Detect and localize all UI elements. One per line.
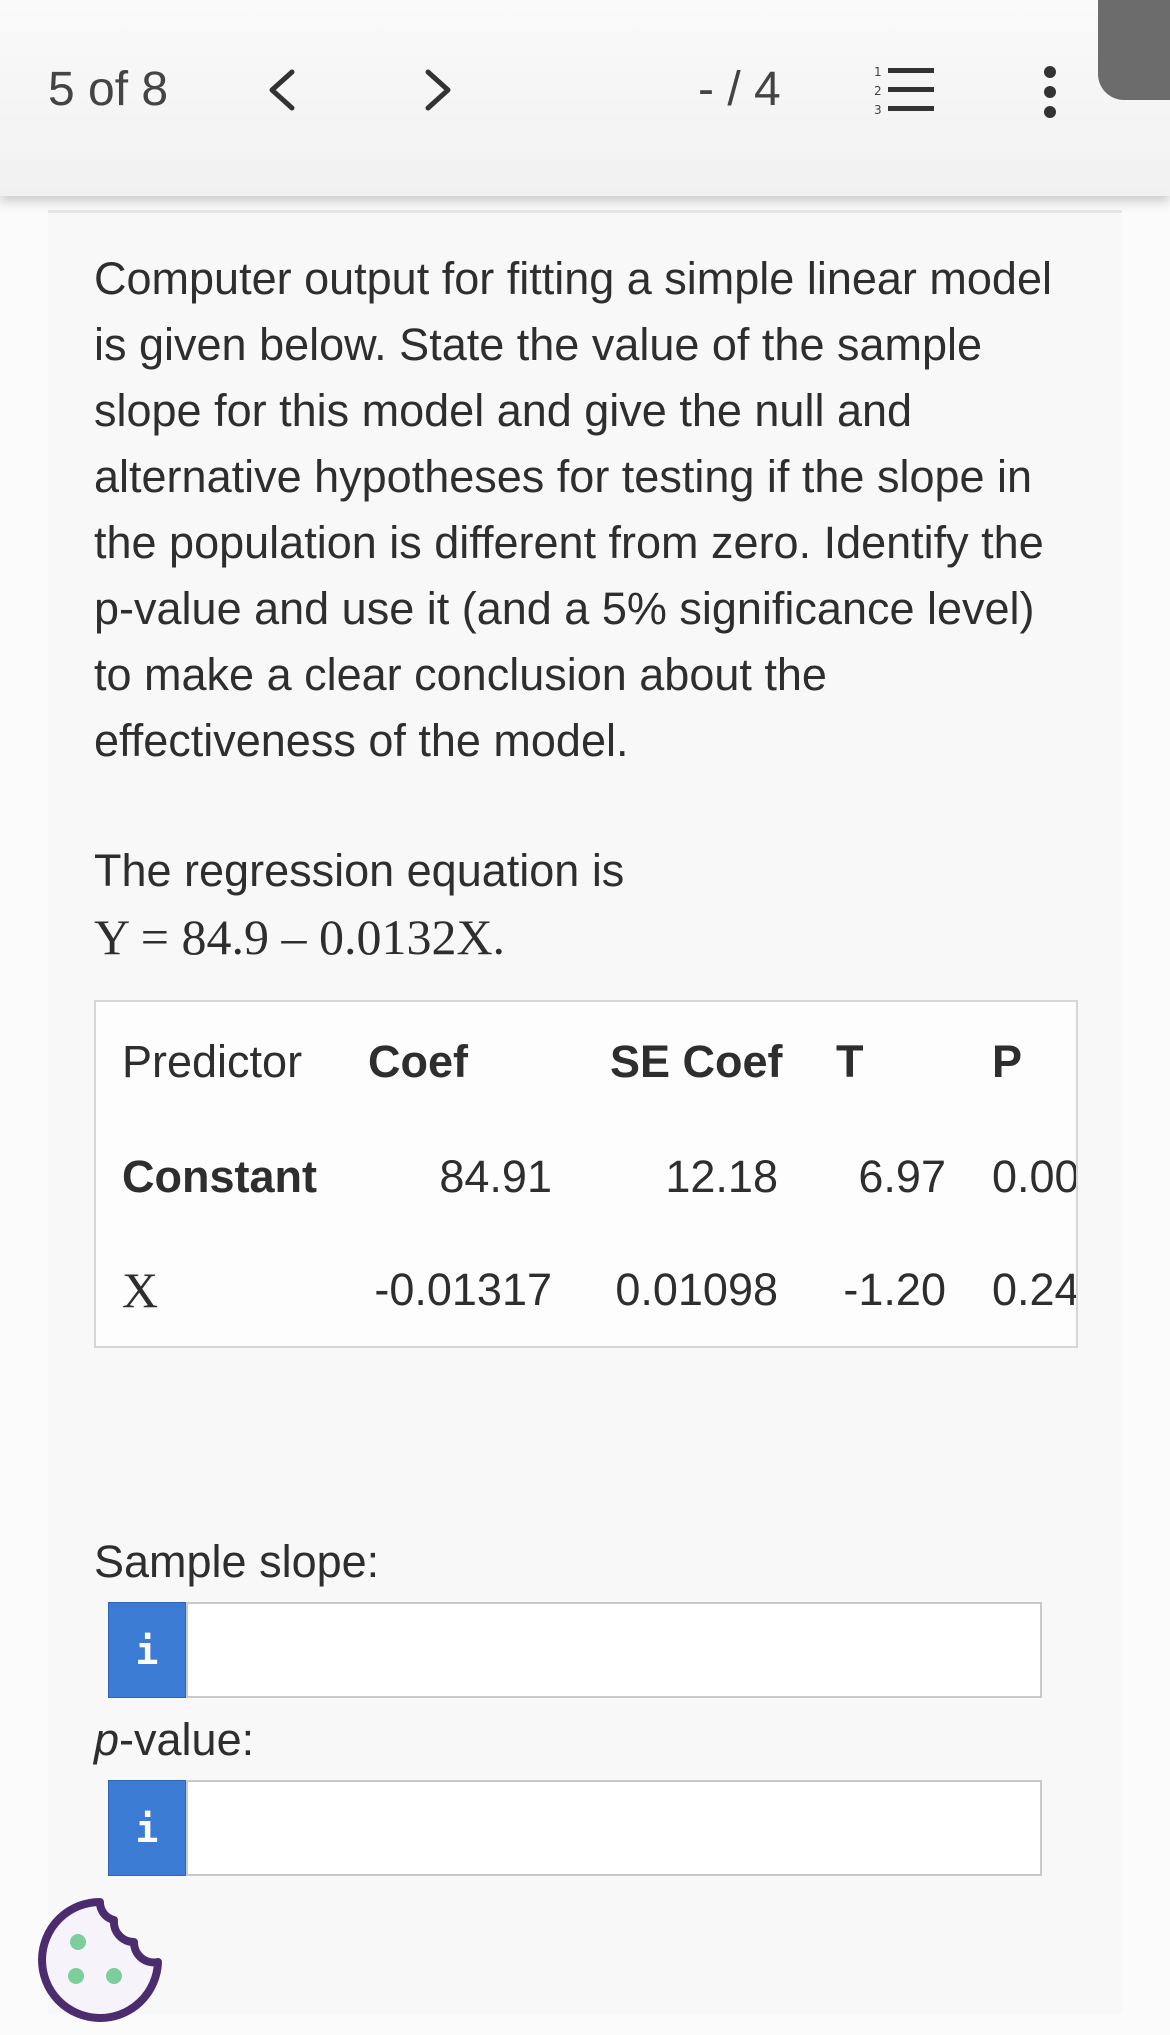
part-counter: - / 4 xyxy=(698,63,781,116)
p-value-label-rest: -value: xyxy=(119,1714,255,1765)
p-value-row: i xyxy=(108,1780,1042,1876)
header-p: P xyxy=(992,1036,1023,1087)
row-x-coef: -0.01317 xyxy=(374,1264,552,1315)
svg-text:3: 3 xyxy=(874,103,882,117)
cookie-icon xyxy=(38,1898,162,2022)
row-constant-coef: 84.91 xyxy=(439,1151,552,1202)
row-constant-predictor: Constant xyxy=(122,1151,317,1202)
header-predictor: Predictor xyxy=(122,1036,303,1087)
sample-slope-row: i xyxy=(108,1602,1042,1698)
header-t: T xyxy=(836,1036,864,1087)
row-x-t: -1.20 xyxy=(843,1264,946,1315)
row-x-se-coef: 0.01098 xyxy=(615,1264,778,1315)
next-question-button[interactable] xyxy=(418,62,458,118)
info-button[interactable]: i xyxy=(108,1602,186,1698)
sample-slope-input[interactable] xyxy=(186,1602,1042,1698)
chevron-right-icon xyxy=(425,69,451,111)
row-constant-t: 6.97 xyxy=(858,1151,946,1202)
p-value-label: p-value: xyxy=(94,1714,254,1766)
p-value-label-italic: p xyxy=(94,1714,120,1765)
row-constant-p: 0.000 xyxy=(992,1151,1078,1202)
numbered-list-icon: 1 2 3 xyxy=(874,65,934,117)
regression-equation: Y = 84.9 – 0.0132X. xyxy=(94,909,506,965)
header-coef: Coef xyxy=(368,1036,468,1087)
header-se-coef: SE Coef xyxy=(610,1036,783,1087)
svg-text:2: 2 xyxy=(874,84,882,98)
chevron-left-icon xyxy=(269,69,295,111)
sample-slope-label: Sample slope: xyxy=(94,1536,380,1587)
side-panel-tab[interactable] xyxy=(1098,0,1170,100)
regression-output-table: Predictor Coef SE Coef T P Constant 84.9… xyxy=(94,1000,1078,1348)
previous-question-button[interactable] xyxy=(262,62,302,118)
question-list-button[interactable]: 1 2 3 xyxy=(872,62,936,118)
row-constant-se-coef: 12.18 xyxy=(665,1151,778,1202)
svg-text:1: 1 xyxy=(874,65,882,79)
row-x-predictor: X xyxy=(122,1262,159,1318)
cookie-settings-button[interactable] xyxy=(30,1890,170,2030)
equation-intro: The regression equation is xyxy=(94,845,625,896)
top-toolbar: 5 of 8 - / 4 1 2 3 xyxy=(0,0,1170,196)
vertical-dots-icon xyxy=(1044,66,1056,118)
info-button[interactable]: i xyxy=(108,1780,186,1876)
question-pager: 5 of 8 xyxy=(48,63,169,116)
more-options-button[interactable] xyxy=(1030,62,1070,122)
row-x-p: 0.245 xyxy=(992,1264,1078,1315)
question-text: Computer output for fitting a simple lin… xyxy=(94,253,1052,766)
p-value-input[interactable] xyxy=(186,1780,1042,1876)
